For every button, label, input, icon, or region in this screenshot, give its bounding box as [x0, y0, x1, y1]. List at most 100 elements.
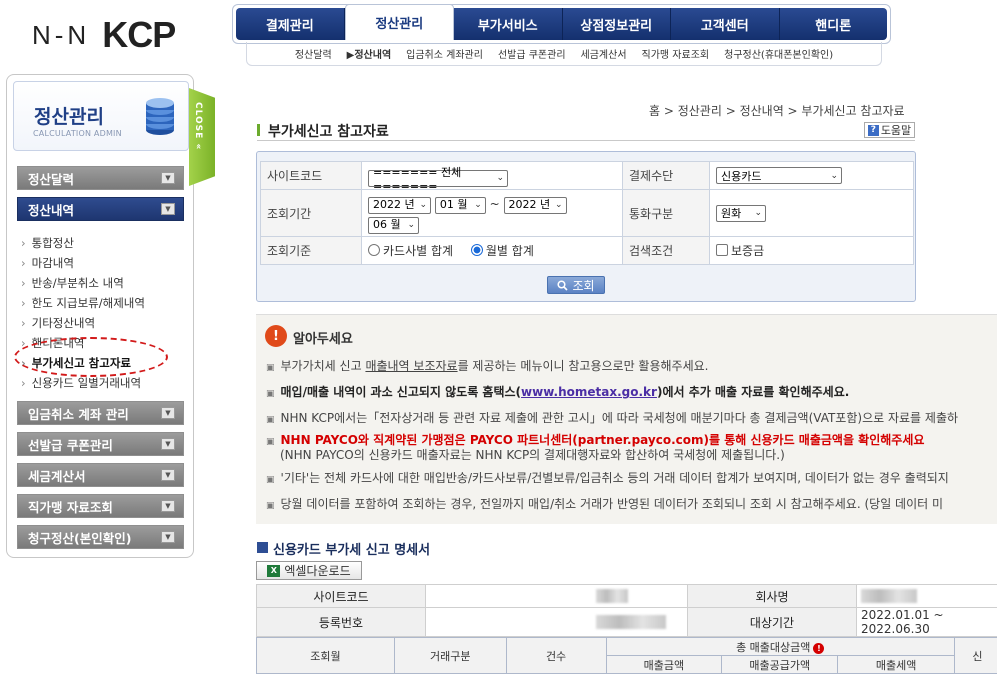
- double-chevron-left-icon: «: [193, 143, 203, 150]
- subnav-deposit-cancel[interactable]: 입금취소 계좌관리: [406, 46, 483, 61]
- sidebar-menu-label: 정산내역: [28, 200, 74, 219]
- basis-card-radio[interactable]: 카드사별 합계: [368, 242, 453, 259]
- sidebar-sub-integrated[interactable]: 통합정산: [21, 235, 74, 251]
- redacted-value: [596, 589, 628, 603]
- report-title-bullet: [257, 542, 268, 553]
- col-amount-header: 매출금액: [606, 656, 722, 674]
- start-month-select[interactable]: 01 월⌄: [435, 197, 486, 214]
- info-site-code-label: 사이트코드: [257, 585, 426, 608]
- title-divider: [257, 140, 915, 141]
- sidebar-menu-deposit-cancel[interactable]: 입금취소 계좌 관리▼: [17, 401, 184, 425]
- sidebar-sub-return[interactable]: 반송/부분취소 내역: [21, 275, 124, 291]
- global-nav: 결제관리 정산관리 부가서비스 상점정보관리 고객센터 핸디론: [232, 4, 891, 44]
- subnav-calendar[interactable]: 정산달력: [295, 46, 332, 61]
- help-button[interactable]: ?도움말: [864, 122, 915, 138]
- notice-line-3: NHN KCP에서는「전자상거래 등 관련 자료 제출에 관한 고시」에 따라 …: [266, 409, 958, 426]
- subnav-settlement-history[interactable]: ▶정산내역: [347, 46, 392, 61]
- gnb-additional-services[interactable]: 부가서비스: [454, 8, 563, 40]
- sidebar-menu-direct-merchant[interactable]: 직가맹 자료조회▼: [17, 494, 184, 518]
- search-icon: [557, 280, 568, 291]
- sidebar-menu-label: 세금계산서: [28, 466, 86, 485]
- site-code-label: 사이트코드: [261, 162, 362, 190]
- col-type-header: 거래구분: [394, 638, 506, 674]
- subnav-direct-merchant[interactable]: 직가맹 자료조회: [642, 46, 710, 61]
- sidebar-sub-other[interactable]: 기타정산내역: [21, 315, 95, 331]
- chevron-down-icon: ▼: [161, 469, 175, 481]
- search-form-table: 사이트코드 ======= 전체 =======⌄ 결제수단 신용카드⌄ 조회기…: [260, 161, 914, 265]
- chevron-down-icon: ▼: [161, 500, 175, 512]
- basis-month-label: 월별 합계: [486, 242, 534, 259]
- chevron-down-icon: ⌄: [419, 195, 427, 215]
- notice-line-2: 매입/매출 내역이 과소 신고되지 않도록 홈택스(www.hometax.go…: [266, 383, 849, 400]
- page-title: 부가세신고 참고자료: [268, 121, 389, 141]
- chevron-down-icon: ▼: [161, 203, 175, 215]
- col-count-header: 건수: [506, 638, 606, 674]
- site-code-select[interactable]: ======= 전체 =======⌄: [368, 170, 508, 187]
- info-company-label: 회사명: [688, 585, 857, 608]
- gnb-settlement-management[interactable]: 정산관리: [345, 4, 455, 40]
- notice-line-6: '기타'는 전체 카드사에 대한 매입반송/카드사보류/건별보류/입금취소 등의…: [266, 469, 949, 486]
- currency-select[interactable]: 원화⌄: [716, 205, 766, 222]
- subnav-billing-settlement[interactable]: 청구정산(휴대폰본인확인): [724, 46, 833, 61]
- chevron-down-icon: ⌄: [474, 195, 482, 215]
- info-alert-icon[interactable]: !: [813, 643, 824, 654]
- title-accent-bar: [257, 124, 260, 136]
- payment-method-label: 결제수단: [623, 162, 710, 190]
- gnb-store-info[interactable]: 상점정보관리: [563, 8, 672, 40]
- sidebar-close-label: CLOSE «: [193, 102, 203, 150]
- info-period-value: 2022.01.01 ~ 2022.06.30: [857, 608, 997, 637]
- basis-month-radio[interactable]: 월별 합계: [471, 242, 534, 259]
- excel-icon: X: [267, 565, 280, 577]
- chevron-down-icon: ▼: [161, 438, 175, 450]
- radio-unchecked-icon: [368, 244, 380, 256]
- sidebar-sub-daily-card[interactable]: 신용카드 일별거래내역: [21, 375, 141, 391]
- sidebar-sub-limit-hold[interactable]: 한도 지급보류/해제내역: [21, 295, 145, 311]
- sidebar-menu-label: 정산달력: [28, 169, 74, 188]
- notice-underline-text: 매출내역 보조자료: [365, 359, 457, 373]
- sidebar-menu-settlement-history[interactable]: 정산내역 ▼: [17, 197, 184, 221]
- search-button[interactable]: 조회: [547, 276, 605, 294]
- highlight-annotation-oval: [14, 337, 168, 377]
- sub-nav: 정산달력 ▶정산내역 입금취소 계좌관리 선발급 쿠폰관리 세금계산서 직가맹 …: [246, 42, 882, 66]
- payment-method-select[interactable]: 신용카드⌄: [716, 167, 842, 184]
- end-year-select[interactable]: 2022 년⌄: [504, 197, 567, 214]
- chevron-down-icon: ⌄: [496, 173, 504, 183]
- checkbox-icon: [716, 244, 728, 256]
- sidebar-menu-billing[interactable]: 청구정산(본인확인)▼: [17, 525, 184, 549]
- currency-label: 통화구분: [623, 190, 710, 237]
- start-year-value: 2022 년: [373, 195, 415, 215]
- gnb-payment-management[interactable]: 결제관리: [236, 8, 345, 40]
- currency-value: 원화: [721, 205, 741, 221]
- end-month-value: 06 월: [373, 215, 401, 235]
- start-year-select[interactable]: 2022 년⌄: [368, 197, 431, 214]
- help-label: 도움말: [881, 122, 911, 138]
- info-reg-no-label: 등록번호: [257, 608, 426, 637]
- col-month-header: 조회월: [257, 638, 395, 674]
- payment-method-value: 신용카드: [721, 168, 761, 184]
- subnav-coupon[interactable]: 선발급 쿠폰관리: [498, 46, 566, 61]
- subnav-tax-invoice[interactable]: 세금계산서: [581, 46, 627, 61]
- sidebar-menu-calendar[interactable]: 정산달력▼: [17, 166, 184, 190]
- period-tilde: ~: [490, 197, 500, 211]
- sidebar: 정산관리 CALCULATION ADMIN 정산달력▼ 정산내역▼ 통합정산 …: [6, 74, 194, 558]
- info-site-code-value: [426, 585, 688, 608]
- sidebar-sub-closing[interactable]: 마감내역: [21, 255, 74, 271]
- nhn-kcp-logo[interactable]: N-N KCP: [32, 14, 175, 56]
- notice-line-5: (NHN PAYCO의 신용카드 매출자료는 NHN KCP의 결제대행자료와 …: [266, 446, 785, 463]
- global-nav-bar: 결제관리 정산관리 부가서비스 상점정보관리 고객센터 핸디론: [236, 8, 887, 40]
- report-info-table: 사이트코드 회사명 등록번호 대상기간 2022.01.01 ~ 2022.06…: [256, 584, 997, 637]
- notice-text: 매입/매출 내역이 과소 신고되지 않도록 홈택스(: [281, 385, 522, 399]
- hometax-link[interactable]: www.hometax.go.kr: [521, 385, 657, 399]
- sidebar-title-box: 정산관리 CALCULATION ADMIN: [13, 81, 189, 151]
- sidebar-menu-tax-invoice[interactable]: 세금계산서 ▼: [17, 463, 184, 487]
- gnb-customer-center[interactable]: 고객센터: [671, 8, 780, 40]
- excel-download-button[interactable]: X 엑셀다운로드: [256, 561, 362, 580]
- deposit-checkbox[interactable]: 보증금: [716, 242, 764, 259]
- end-month-select[interactable]: 06 월⌄: [368, 217, 419, 234]
- deposit-label: 보증금: [731, 242, 764, 259]
- excel-download-label: 엑셀다운로드: [284, 562, 350, 579]
- period-label: 조회기간: [261, 190, 362, 237]
- sidebar-menu-coupon[interactable]: 선발급 쿠폰관리▼: [17, 432, 184, 456]
- gnb-handy-loan[interactable]: 핸디론: [780, 8, 888, 40]
- sidebar-menu-label: 입금취소 계좌 관리: [28, 404, 129, 423]
